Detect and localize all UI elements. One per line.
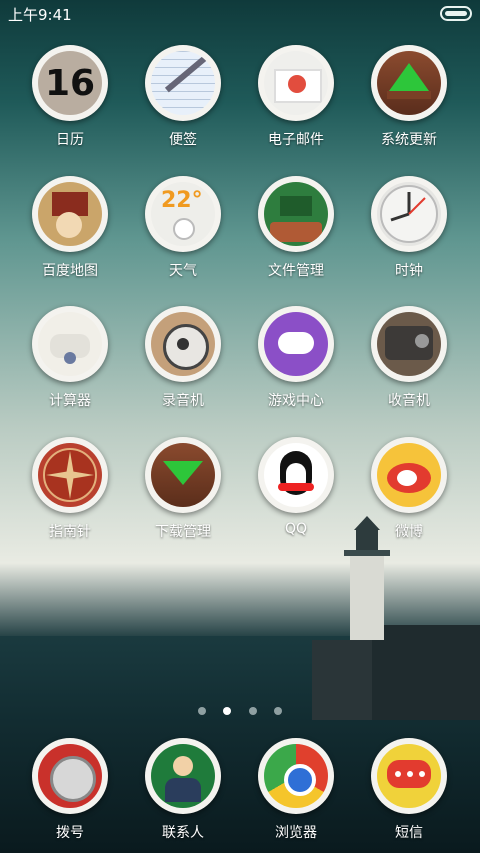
file-manager-icon [258,176,334,252]
app-label: 文件管理 [268,263,324,279]
app-system-update[interactable]: 系统更新 [354,45,464,149]
app-email[interactable]: 电子邮件 [241,45,351,149]
weibo-icon [371,437,447,513]
app-radio[interactable]: 收音机 [354,306,464,410]
app-label: 短信 [395,825,423,841]
app-label: 浏览器 [275,825,317,841]
map-icon [32,176,108,252]
app-label: 系统更新 [381,132,437,148]
app-qq[interactable]: QQ [241,437,351,537]
page-dot[interactable] [198,707,207,715]
calculator-icon [32,306,108,382]
dock-contacts[interactable]: 联系人 [128,738,238,842]
app-calendar[interactable]: 16 日历 [15,45,125,149]
calendar-day: 16 [44,62,96,104]
home-screen: 上午9:41 16 日历 便签 电子邮件 系统更新 百度地图 22° 天气 文件… [0,0,480,853]
app-label: 收音机 [388,393,430,409]
app-label: 天气 [169,263,197,279]
recorder-icon [145,306,221,382]
app-clock[interactable]: 时钟 [354,176,464,280]
dock-dialer[interactable]: 拨号 [15,738,125,842]
messages-icon [371,738,447,814]
game-center-icon [258,306,334,382]
app-label: 联系人 [162,825,204,841]
weather-temp: 22° [161,188,203,213]
app-label: 时钟 [395,263,423,279]
browser-icon [258,738,334,814]
page-dot[interactable] [273,707,282,715]
app-compass[interactable]: 指南针 [15,437,125,541]
app-label: 下载管理 [155,524,211,540]
app-label: 拨号 [56,825,84,841]
app-grid: 16 日历 便签 电子邮件 系统更新 百度地图 22° 天气 文件管理 时钟 计… [0,0,480,853]
download-manager-icon [145,437,221,513]
app-file-manager[interactable]: 文件管理 [241,176,351,280]
app-game-center[interactable]: 游戏中心 [241,306,351,410]
app-notes[interactable]: 便签 [128,45,238,149]
app-label: 计算器 [49,393,91,409]
app-label: 指南针 [49,524,91,540]
dock-browser[interactable]: 浏览器 [241,738,351,842]
app-calculator[interactable]: 计算器 [15,306,125,410]
page-dot-active[interactable] [223,707,232,715]
page-indicator [0,700,480,719]
email-icon [258,45,334,121]
app-download-manager[interactable]: 下载管理 [128,437,238,541]
app-label: 日历 [56,132,84,148]
phone-icon [32,738,108,814]
app-recorder[interactable]: 录音机 [128,306,238,410]
app-weather[interactable]: 22° 天气 [128,176,238,280]
app-label: 微博 [395,524,423,540]
clock-icon [371,176,447,252]
app-label: 游戏中心 [268,393,324,409]
weather-icon: 22° [145,176,221,252]
app-label: QQ [284,521,308,537]
app-label: 电子邮件 [268,132,324,148]
page-dot[interactable] [248,707,257,715]
app-label: 百度地图 [42,263,98,279]
qq-icon [258,437,334,513]
app-label: 录音机 [162,393,204,409]
calendar-icon: 16 [32,45,108,121]
notes-icon [145,45,221,121]
system-update-icon [371,45,447,121]
radio-icon [371,306,447,382]
app-weibo[interactable]: 微博 [354,437,464,541]
app-baidu-map[interactable]: 百度地图 [15,176,125,280]
dock-messages[interactable]: 短信 [354,738,464,842]
contacts-icon [145,738,221,814]
compass-icon [32,437,108,513]
app-label: 便签 [169,132,197,148]
